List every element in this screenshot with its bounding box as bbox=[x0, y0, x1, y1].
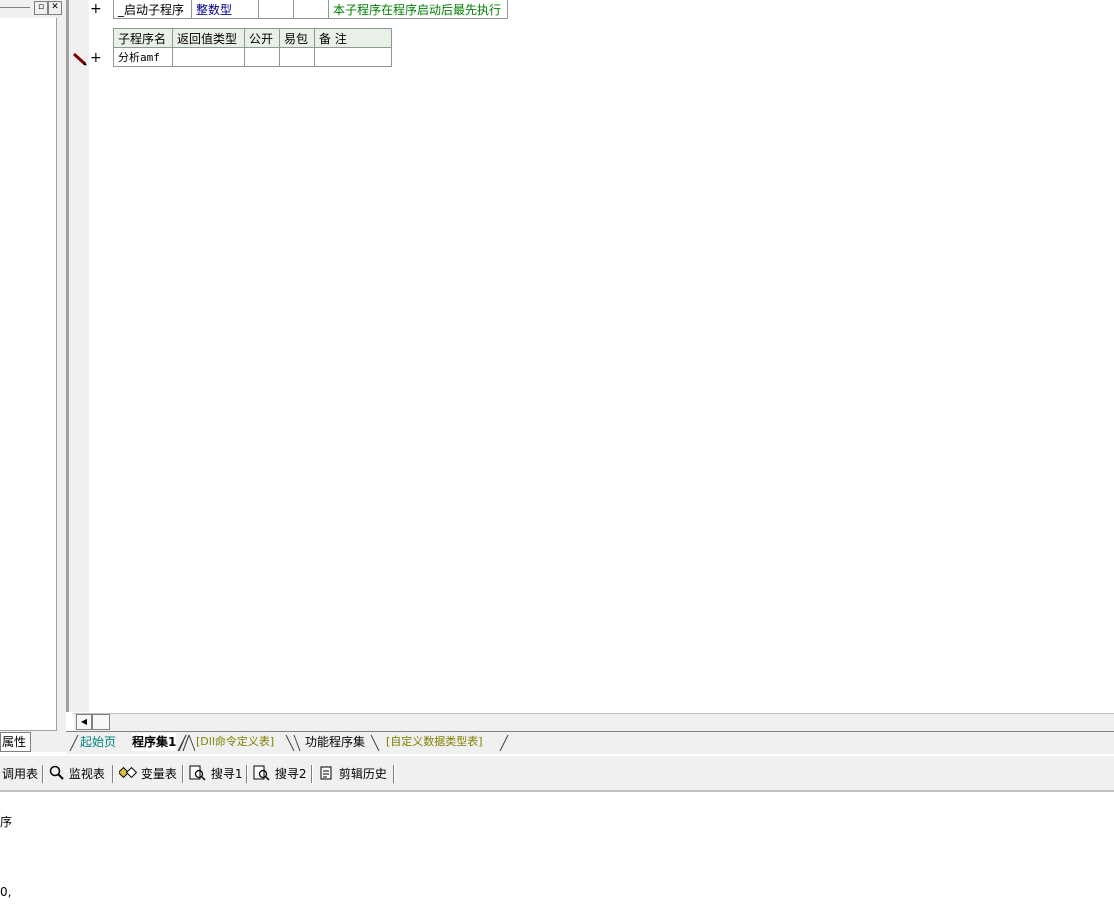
variables-table-button[interactable]: 变量表 bbox=[117, 765, 177, 783]
tab-custom-data-types[interactable]: [自定义数据类型表] bbox=[386, 733, 483, 751]
editor-gutter bbox=[66, 0, 90, 712]
output-line: 0, bbox=[0, 885, 12, 899]
toolbar-separator bbox=[246, 765, 248, 783]
public-input[interactable] bbox=[244, 47, 280, 67]
search-2-button[interactable]: 搜寻2 bbox=[253, 765, 306, 783]
search-1-label: 搜寻1 bbox=[210, 767, 243, 781]
output-line: 序 bbox=[0, 815, 13, 829]
variables-icon bbox=[117, 766, 138, 779]
toolbar-separator bbox=[393, 765, 395, 783]
watch-table-label: 监视表 bbox=[68, 767, 105, 781]
toolbar-separator bbox=[311, 765, 313, 783]
table-header-row: 子程序名 返回值类型 公开 易包 备 注 bbox=[113, 28, 392, 48]
search-1-button[interactable]: 搜寻1 bbox=[189, 765, 242, 783]
table-row: _启动子程序 整数型 本子程序在程序启动后最先执行 bbox=[113, 0, 508, 19]
call-table-button[interactable]: 调用表 bbox=[2, 765, 38, 783]
tab-properties[interactable]: 属性 bbox=[0, 732, 31, 752]
toolbar-separator bbox=[182, 765, 184, 783]
header-sub-name: 子程序名 bbox=[113, 28, 173, 48]
project-tree[interactable] bbox=[0, 18, 57, 731]
remark-cell[interactable]: 本子程序在程序启动后最先执行 bbox=[328, 0, 508, 19]
easy-pack-input[interactable] bbox=[279, 47, 315, 67]
startup-sub-table: _启动子程序 整数型 本子程序在程序启动后最先执行 bbox=[113, 0, 508, 19]
sub-name-cell[interactable]: _启动子程序 bbox=[113, 0, 192, 19]
public-cell[interactable] bbox=[258, 0, 294, 19]
search-doc-icon bbox=[189, 765, 206, 781]
tab-dll-commands[interactable]: [Dll命令定义表] bbox=[196, 733, 274, 751]
output-panel[interactable] bbox=[0, 792, 1114, 914]
tab-program-set-1[interactable]: 程序集1 bbox=[132, 733, 177, 751]
edit-pen-icon bbox=[72, 52, 87, 66]
tab-start-page[interactable]: 起始页 bbox=[80, 733, 116, 752]
header-public: 公开 bbox=[244, 28, 280, 48]
scroll-left-button[interactable]: ◀ bbox=[76, 714, 92, 730]
header-return-type: 返回值类型 bbox=[172, 28, 245, 48]
return-type-cell[interactable]: 整数型 bbox=[191, 0, 259, 19]
toolbar-separator bbox=[42, 765, 44, 783]
return-type-input[interactable] bbox=[172, 47, 245, 67]
call-table-label: 调用表 bbox=[2, 767, 39, 781]
subroutine-table: 子程序名 返回值类型 公开 易包 备 注 分析amf bbox=[113, 28, 392, 67]
header-remark: 备 注 bbox=[314, 28, 392, 48]
scroll-thumb[interactable] bbox=[92, 714, 110, 730]
code-editor[interactable] bbox=[89, 0, 1114, 712]
toolbar-separator bbox=[112, 765, 114, 783]
magnifier-icon bbox=[49, 765, 64, 780]
watch-table-button[interactable]: 监视表 bbox=[49, 765, 105, 783]
clip-history-button[interactable]: 剪辑历史 bbox=[319, 765, 387, 783]
easy-pack-cell[interactable] bbox=[293, 0, 329, 19]
expand-plus-icon[interactable]: + bbox=[90, 50, 102, 66]
tab-function-program-set[interactable]: 功能程序集 bbox=[305, 733, 365, 751]
search-2-label: 搜寻2 bbox=[274, 767, 307, 781]
gutter-splitter[interactable] bbox=[66, 0, 69, 712]
clip-history-label: 剪辑历史 bbox=[338, 767, 387, 781]
search-doc-icon bbox=[253, 765, 270, 781]
expand-plus-icon[interactable]: + bbox=[90, 1, 102, 17]
sub-name-input[interactable]: 分析amf bbox=[113, 47, 173, 67]
table-row: 分析amf bbox=[113, 47, 392, 67]
panel-titlebar: ▫ ✕ bbox=[0, 0, 62, 16]
titlebar-grip bbox=[0, 7, 30, 8]
variables-table-label: 变量表 bbox=[140, 767, 177, 781]
restore-button[interactable]: ▫ bbox=[34, 1, 48, 15]
clipboard-icon bbox=[320, 766, 332, 780]
header-easy-pack: 易包 bbox=[279, 28, 315, 48]
remark-input[interactable] bbox=[314, 47, 392, 67]
horizontal-scrollbar[interactable] bbox=[74, 713, 1114, 731]
close-button[interactable]: ✕ bbox=[48, 1, 62, 15]
